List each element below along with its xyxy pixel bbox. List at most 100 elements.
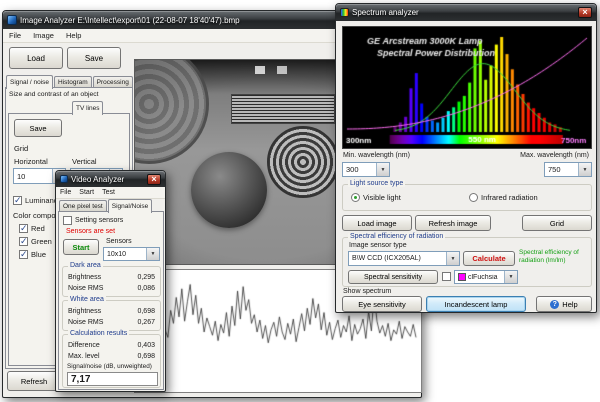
green-checkbox[interactable]: Green xyxy=(19,237,52,246)
dropdown-arrow-icon[interactable] xyxy=(446,252,459,265)
spectrum-chart xyxy=(342,26,592,149)
infrared-label: Infrared radiation xyxy=(481,193,538,202)
calculation-results-title: Calculation results xyxy=(68,330,129,337)
infrared-radio[interactable]: Infrared radiation xyxy=(469,193,538,202)
panel-save-button[interactable]: Save xyxy=(14,119,62,137)
white-area-title: White area xyxy=(68,296,106,303)
spectral-sensitivity-button[interactable]: Spectral sensitivity xyxy=(348,270,438,284)
refresh-image-button[interactable]: Refresh image xyxy=(415,215,491,231)
dark-area-title: Dark area xyxy=(68,262,103,269)
menu-help[interactable]: Help xyxy=(60,30,87,41)
eye-sensitivity-button[interactable]: Eye sensitivity xyxy=(342,296,422,312)
min-wavelength-combo[interactable]: 300 xyxy=(342,162,390,177)
menu-file[interactable]: File xyxy=(56,189,75,196)
dropdown-arrow-icon[interactable] xyxy=(376,163,389,176)
efficiency-note: Spectral efficiency of radiation (lm/lm) xyxy=(519,249,589,265)
tab-signal-noise[interactable]: Signal/Noise xyxy=(108,199,153,213)
spectral-efficiency-title: Spectral efficiency of radiation xyxy=(348,233,445,240)
max-level-row: Max. level 0,698 xyxy=(68,353,155,360)
snr-label: Signal/noise (dB, unweighted) xyxy=(67,363,152,370)
color-enable-checkbox[interactable] xyxy=(442,272,451,281)
noise-rms-label: Noise RMS xyxy=(68,285,103,292)
video-analyzer-titlebar[interactable]: Video Analyzer xyxy=(56,171,165,187)
spectrum-analyzer-titlebar[interactable]: Spectrum analyzer xyxy=(336,4,596,21)
spectrum-canvas xyxy=(343,27,591,148)
checkbox-checked-icon xyxy=(19,224,28,233)
brightness-value: 0,698 xyxy=(137,308,155,315)
dropdown-arrow-icon[interactable] xyxy=(146,248,159,260)
sub-tabs: TV lines xyxy=(72,101,104,114)
video-analyzer-title: Video Analyzer xyxy=(71,175,144,184)
color-combo[interactable]: clFuchsia xyxy=(454,270,518,284)
image-sensor-type-label: Image sensor type xyxy=(349,242,407,249)
noise-rms-row: Noise RMS 0,086 xyxy=(68,285,155,292)
blue-checkbox[interactable]: Blue xyxy=(19,250,46,259)
video-menubar: File Start Test xyxy=(56,187,165,199)
brightness-label: Brightness xyxy=(68,308,101,315)
menu-image[interactable]: Image xyxy=(27,30,60,41)
save-button[interactable]: Save xyxy=(67,47,121,69)
calculate-button[interactable]: Calculate xyxy=(463,251,515,266)
close-icon[interactable] xyxy=(578,7,592,18)
menu-test[interactable]: Test xyxy=(98,189,119,196)
noise-rms-row: Noise RMS 0,267 xyxy=(68,319,155,326)
signal-noise-tabpage: Setting sensors Sensors are set Sensors … xyxy=(58,211,164,390)
brightness-value: 0,295 xyxy=(137,274,155,281)
help-button[interactable]: Help xyxy=(536,296,592,312)
tab-tv-lines[interactable]: TV lines xyxy=(72,101,103,115)
radio-selected-icon xyxy=(351,193,360,202)
sensors-status: Sensors are set xyxy=(66,228,115,235)
vertical-label: Vertical xyxy=(72,157,97,166)
noise-rms-value: 0,267 xyxy=(137,319,155,326)
show-spectrum-label: Show spectrum xyxy=(343,288,391,295)
grid-label: Grid xyxy=(14,144,28,153)
tab-signal-noise[interactable]: Signal / noise xyxy=(6,75,53,89)
help-label: Help xyxy=(562,300,577,309)
dark-area-group: Dark area Brightness 0,295 Noise RMS 0,0… xyxy=(62,266,161,297)
max-level-value: 0,698 xyxy=(137,353,155,360)
calculation-results-group: Calculation results Difference 0,403 Max… xyxy=(62,334,161,388)
checkbox-icon xyxy=(63,216,72,225)
red-label: Red xyxy=(31,224,45,233)
red-checkbox[interactable]: Red xyxy=(19,224,45,233)
load-image-button[interactable]: Load image xyxy=(342,215,412,231)
horizontal-grid-value: 10 xyxy=(17,172,25,181)
setting-sensors-checkbox[interactable]: Setting sensors xyxy=(63,216,123,225)
light-source-group: Light source type Visible light Infrared… xyxy=(342,184,592,211)
max-wavelength-combo[interactable]: 750 xyxy=(544,162,592,177)
section-label: Size and contrast of an object xyxy=(9,91,99,98)
color-swatch xyxy=(458,273,466,281)
dropdown-arrow-icon[interactable] xyxy=(504,271,517,283)
visible-light-radio[interactable]: Visible light xyxy=(351,193,401,202)
checkbox-checked-icon xyxy=(19,250,28,259)
difference-row: Difference 0,403 xyxy=(68,342,155,349)
load-button[interactable]: Load xyxy=(9,47,63,69)
horizontal-label: Horizontal xyxy=(14,157,48,166)
sensors-combo[interactable]: 10x10 xyxy=(103,247,160,261)
image-sensor-combo[interactable]: B\W CCD (ICX205AL) xyxy=(348,251,460,266)
green-label: Green xyxy=(31,237,52,246)
color-value: clFuchsia xyxy=(468,274,498,281)
app-icon xyxy=(60,175,68,183)
checkbox-checked-icon xyxy=(13,196,22,205)
max-level-label: Max. level xyxy=(68,353,100,360)
start-button[interactable]: Start xyxy=(63,239,99,255)
dropdown-arrow-icon[interactable] xyxy=(578,163,591,176)
menu-start[interactable]: Start xyxy=(75,189,98,196)
grid-button[interactable]: Grid xyxy=(522,215,592,231)
menu-file[interactable]: File xyxy=(3,30,27,41)
sensors-label: Sensors xyxy=(106,238,132,245)
close-icon[interactable] xyxy=(147,174,161,185)
noise-rms-label: Noise RMS xyxy=(68,319,103,326)
noise-rms-value: 0,086 xyxy=(137,285,155,292)
brightness-row: Brightness 0,698 xyxy=(68,308,155,315)
refresh-button[interactable]: Refresh xyxy=(7,371,61,391)
max-wavelength-label: Max. wavelength (nm) xyxy=(520,152,589,159)
snr-value-box: 7,17 xyxy=(67,372,158,386)
radio-icon xyxy=(469,193,478,202)
app-icon xyxy=(7,15,17,25)
incandescent-lamp-button[interactable]: Incandescent lamp xyxy=(426,296,526,312)
spectrum-analyzer-title: Spectrum analyzer xyxy=(352,8,575,17)
analysis-tabs: Signal / noise Histogram Processing xyxy=(6,73,134,88)
brightness-row: Brightness 0,295 xyxy=(68,274,155,281)
